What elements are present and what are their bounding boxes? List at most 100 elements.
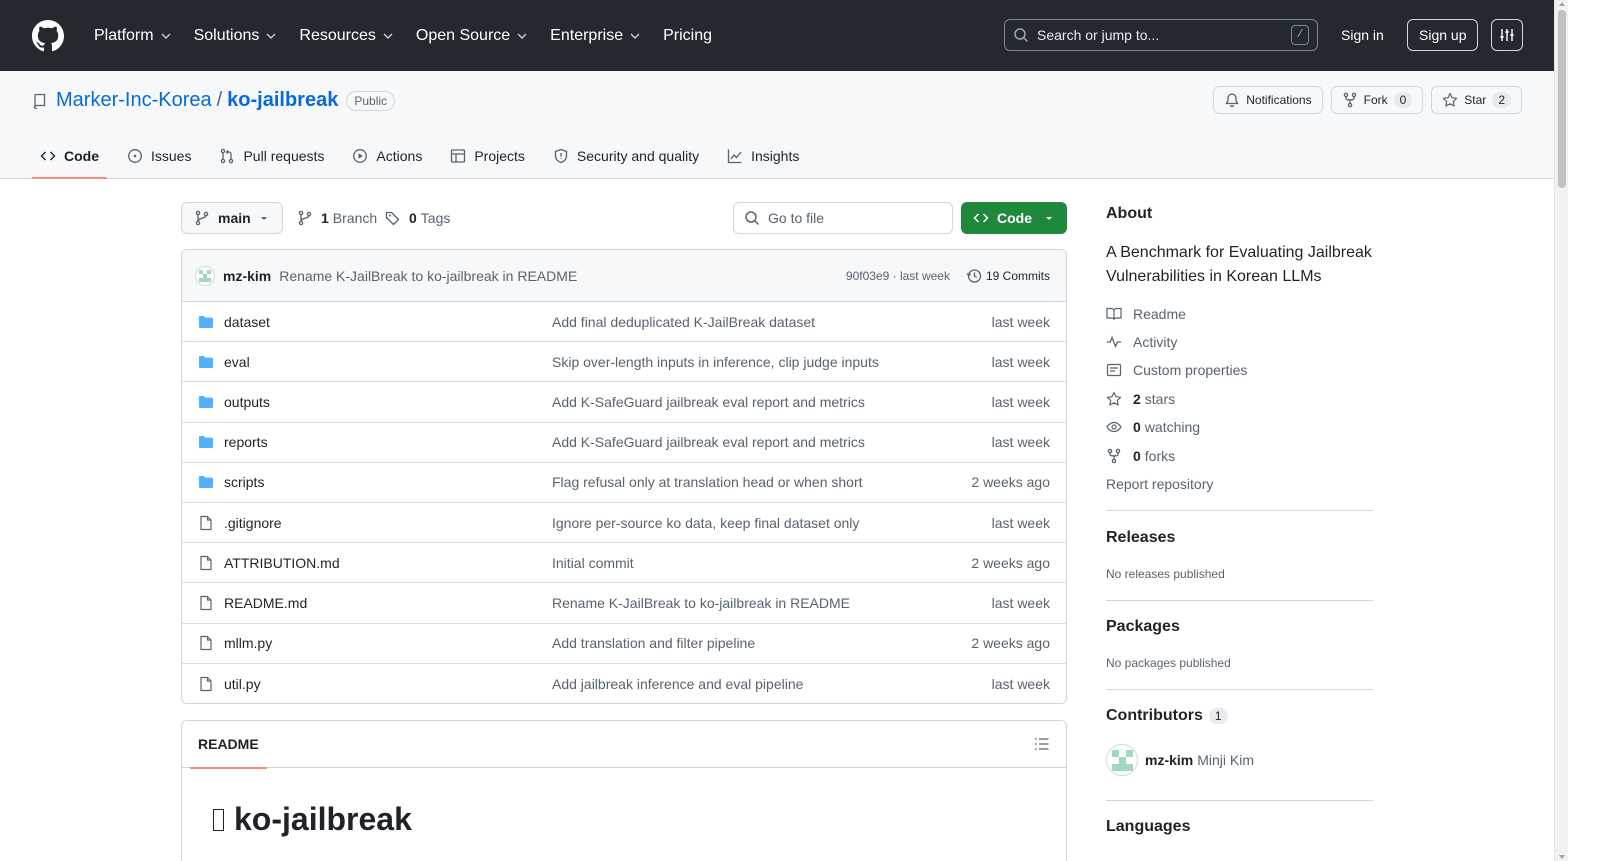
file-rows: dataset Add final deduplicated K-JailBrea…: [182, 302, 1066, 703]
file-name[interactable]: dataset: [224, 314, 552, 330]
nav-platform[interactable]: Platform: [86, 20, 180, 52]
table-row[interactable]: .gitignore Ignore per-source ko data, kee…: [182, 503, 1066, 544]
nav-resources[interactable]: Resources: [291, 20, 401, 52]
file-icon: [200, 676, 212, 691]
nav-pricing[interactable]: Pricing: [655, 20, 720, 52]
go-to-file-input[interactable]: Go to file: [733, 202, 953, 234]
page-scrollbar[interactable]: [1554, 0, 1568, 861]
readme-heading-text: ko-jailbreak: [234, 801, 412, 837]
table-row[interactable]: outputs Add K-SafeGuard jailbreak eval re…: [182, 382, 1066, 423]
branch-selector[interactable]: main: [181, 202, 283, 234]
pull-request-icon: [221, 148, 234, 164]
file-commit-message[interactable]: Initial commit: [552, 555, 971, 571]
nav-enterprise[interactable]: Enterprise: [542, 20, 649, 52]
forks-count: 0: [1133, 448, 1141, 464]
scroll-up-arrow-icon[interactable]: [1558, 0, 1566, 8]
file-name[interactable]: outputs: [224, 394, 552, 410]
activity-link[interactable]: Activity: [1106, 332, 1177, 352]
branches-link[interactable]: 1 Branch: [297, 202, 377, 234]
readme-link-label: Readme: [1133, 306, 1186, 322]
tab-projects[interactable]: Projects: [442, 134, 533, 178]
table-row[interactable]: eval Skip over-length inputs in inference…: [182, 342, 1066, 383]
tab-security[interactable]: Security and quality: [545, 134, 707, 178]
tab-code[interactable]: Code: [32, 134, 107, 179]
file-commit-message[interactable]: Add final deduplicated K-JailBreak datas…: [552, 314, 992, 330]
tab-actions[interactable]: Actions: [344, 134, 430, 178]
nav-solutions[interactable]: Solutions: [186, 20, 286, 52]
packages-heading[interactable]: Packages: [1106, 618, 1180, 636]
table-row[interactable]: README.md Rename K-JailBreak to ko-jailbr…: [182, 583, 1066, 624]
list-icon[interactable]: [1034, 736, 1050, 752]
sidebar-divider: [1106, 800, 1373, 801]
file-name[interactable]: scripts: [224, 474, 552, 490]
stars-count: 2: [1133, 391, 1141, 407]
scrollbar-thumb[interactable]: [1558, 10, 1566, 188]
eye-icon: [1106, 421, 1122, 433]
github-logo-icon[interactable]: [32, 19, 64, 52]
command-palette-button[interactable]: [1491, 19, 1523, 51]
table-row[interactable]: mllm.py Add translation and filter pipeli…: [182, 624, 1066, 664]
tab-pull-requests[interactable]: Pull requests: [211, 134, 332, 178]
forks-label: forks: [1144, 448, 1176, 464]
file-name[interactable]: ATTRIBUTION.md: [224, 555, 552, 571]
folder-icon: [199, 476, 213, 489]
custom-properties-link[interactable]: Custom properties: [1106, 360, 1247, 380]
repo-name-link[interactable]: ko-jailbreak: [227, 89, 338, 112]
repo-owner-link[interactable]: Marker-Inc-Korea: [56, 89, 212, 112]
commit-message[interactable]: Rename K-JailBreak to ko-jailbreak in RE…: [279, 268, 577, 284]
code-dropdown-button[interactable]: Code: [961, 202, 1067, 234]
tab-actions-label: Actions: [376, 148, 423, 164]
chevron-down-icon: [266, 33, 276, 39]
sign-in-link[interactable]: Sign in: [1333, 19, 1392, 51]
file-name[interactable]: .gitignore: [224, 515, 552, 531]
file-commit-message[interactable]: Add K-SafeGuard jailbreak eval report an…: [552, 394, 992, 410]
report-repository-link[interactable]: Report repository: [1106, 474, 1213, 494]
releases-heading[interactable]: Releases: [1106, 529, 1175, 547]
file-name[interactable]: README.md: [224, 595, 552, 611]
contributor-item[interactable]: mz-kim Minji Kim: [1106, 744, 1254, 776]
file-commit-message[interactable]: Skip over-length inputs in inference, cl…: [552, 354, 992, 370]
star-button[interactable]: Star 2: [1431, 86, 1522, 114]
fork-button[interactable]: Fork 0: [1330, 86, 1424, 114]
file-name[interactable]: util.py: [224, 676, 552, 692]
table-row[interactable]: reports Add K-SafeGuard jailbreak eval re…: [182, 423, 1066, 463]
visibility-badge: Public: [346, 90, 396, 111]
file-commit-message[interactable]: Add jailbreak inference and eval pipelin…: [552, 676, 992, 692]
file-commit-message[interactable]: Add K-SafeGuard jailbreak eval report an…: [552, 434, 992, 450]
search-input[interactable]: Search or jump to... /: [1004, 19, 1318, 51]
sliders-icon: [1500, 29, 1514, 41]
readme-tab[interactable]: README: [190, 721, 267, 769]
commits-link[interactable]: 19 Commits: [966, 268, 1050, 284]
avatar[interactable]: [195, 265, 215, 286]
avatar[interactable]: [1106, 744, 1138, 776]
sign-up-button[interactable]: Sign up: [1407, 19, 1479, 51]
forks-link[interactable]: 0 forks: [1106, 446, 1175, 466]
file-name[interactable]: mllm.py: [224, 635, 552, 651]
table-row[interactable]: scripts Flag refusal only at translation …: [182, 463, 1066, 503]
notifications-button[interactable]: Notifications: [1213, 86, 1323, 114]
file-commit-message[interactable]: Rename K-JailBreak to ko-jailbreak in RE…: [552, 595, 992, 611]
caret-down-icon: [1046, 217, 1052, 220]
tab-issues[interactable]: Issues: [119, 134, 199, 178]
fork-count: 0: [1393, 92, 1413, 108]
scroll-down-arrow-icon[interactable]: [1558, 853, 1566, 861]
nav-open-source[interactable]: Open Source: [408, 20, 536, 52]
file-commit-message[interactable]: Add translation and filter pipeline: [552, 635, 971, 651]
commit-author[interactable]: mz-kim: [223, 268, 271, 284]
contributors-heading[interactable]: Contributors 1: [1106, 707, 1228, 725]
file-commit-message[interactable]: Flag refusal only at translation head or…: [552, 474, 971, 490]
table-row[interactable]: ATTRIBUTION.md Initial commit 2 weeks ago: [182, 543, 1066, 584]
stars-link[interactable]: 2 stars: [1106, 389, 1175, 409]
file-name[interactable]: eval: [224, 354, 552, 370]
watching-link[interactable]: 0 watching: [1106, 417, 1200, 437]
commit-hash-time[interactable]: 90f03e9 · last week: [846, 269, 950, 283]
file-name[interactable]: reports: [224, 434, 552, 450]
tab-insights[interactable]: Insights: [719, 134, 807, 178]
tags-link[interactable]: 0 Tags: [385, 202, 450, 234]
readme-link[interactable]: Readme: [1106, 304, 1186, 324]
file-commit-message[interactable]: Ignore per-source ko data, keep final da…: [552, 515, 992, 531]
chevron-down-icon: [161, 33, 171, 39]
table-row[interactable]: util.py Add jailbreak inference and eval …: [182, 664, 1066, 703]
table-row[interactable]: dataset Add final deduplicated K-JailBrea…: [182, 302, 1066, 343]
nav-solutions-label: Solutions: [193, 26, 260, 44]
